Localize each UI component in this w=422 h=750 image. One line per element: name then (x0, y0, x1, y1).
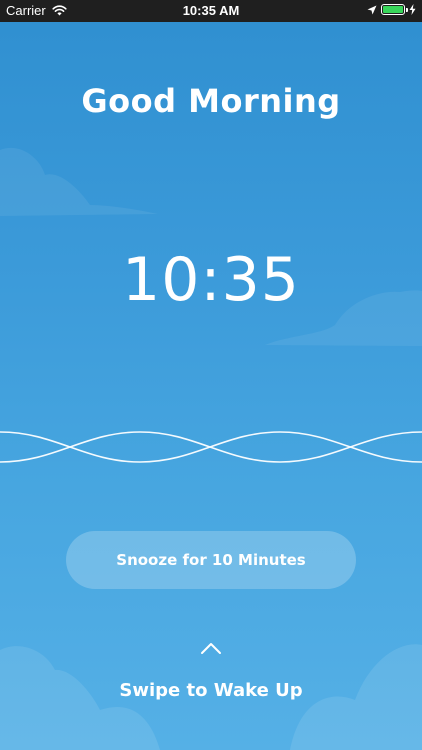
snooze-button[interactable]: Snooze for 10 Minutes (66, 531, 356, 589)
location-arrow-icon (367, 5, 377, 14)
swipe-to-wake-label[interactable]: Swipe to Wake Up (0, 680, 422, 701)
alarm-screen: Carrier 10:35 AM Good Morning 10:35 Snoo… (0, 0, 422, 750)
battery-level (383, 6, 403, 13)
cloud-top-left (0, 147, 158, 216)
wave-line-2 (0, 431, 422, 463)
status-bar: Carrier 10:35 AM (0, 0, 422, 22)
alarm-time: 10:35 (122, 245, 300, 315)
wave-lines (0, 431, 422, 463)
battery-icon (381, 4, 408, 15)
status-time: 10:35 AM (182, 3, 240, 18)
chevron-up-icon[interactable] (199, 640, 223, 656)
greeting-title: Good Morning (81, 82, 341, 120)
charging-bolt-icon (409, 4, 416, 15)
